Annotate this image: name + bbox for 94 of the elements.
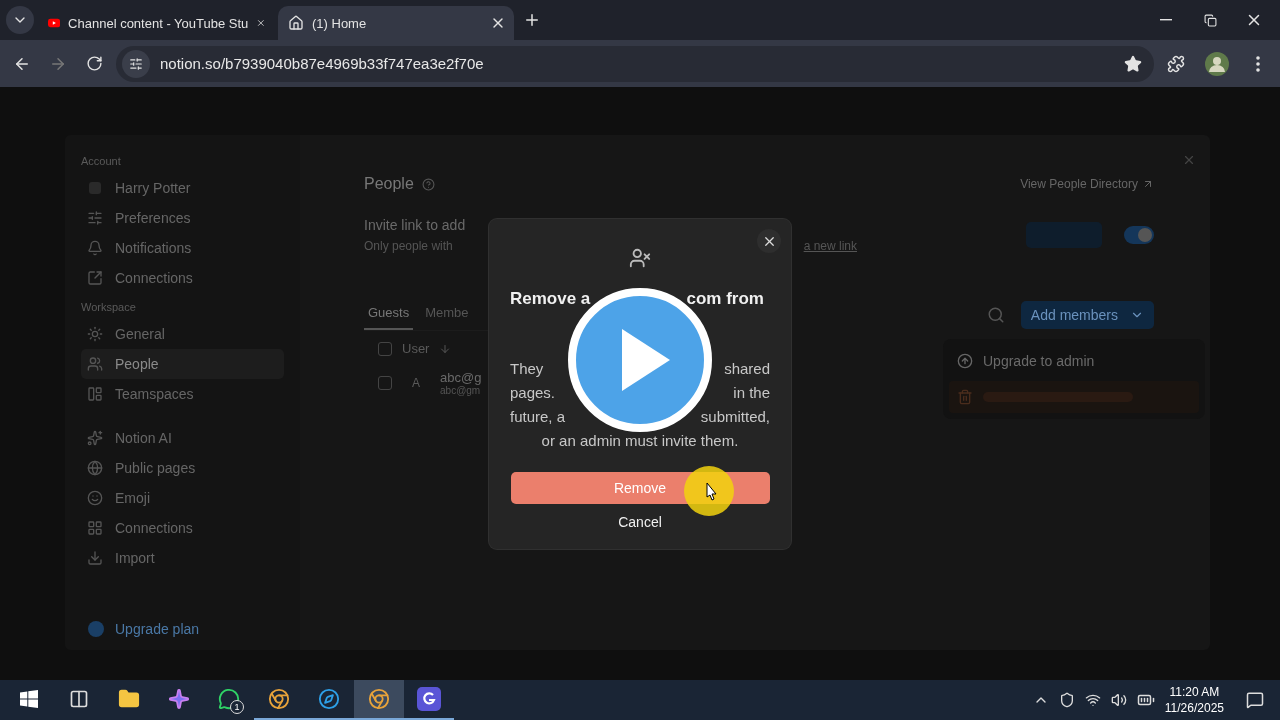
dialog-text: pages. (510, 383, 556, 403)
row-checkbox[interactable] (378, 376, 392, 390)
shield-icon[interactable] (1058, 692, 1075, 708)
sidebar-item[interactable]: General (81, 319, 284, 349)
chat-bubble-icon (218, 688, 240, 710)
dialog-text: future, a (510, 407, 566, 427)
chrome-logo-icon (368, 688, 390, 710)
dialog-text: They (510, 359, 544, 379)
minus-icon (1160, 19, 1172, 21)
more-menu-icon (1256, 55, 1260, 72)
video-logo-icon (48, 16, 61, 30)
sidebar-item[interactable]: Harry Potter (81, 173, 284, 203)
dialog-text: submitted, (700, 407, 770, 427)
browser-tab[interactable]: Channel content - YouTube Stu (38, 6, 274, 40)
gear-icon (87, 326, 103, 342)
select-all-checkbox[interactable] (378, 341, 392, 356)
square-arrow-icon (87, 270, 103, 286)
sliders-icon (129, 56, 143, 71)
section-heading: Workspace (81, 301, 137, 313)
circle-arrow-up-icon (957, 353, 973, 369)
sidebar-item[interactable]: Import (81, 543, 284, 573)
dialog-text: shared (724, 359, 770, 379)
bell-icon (87, 240, 103, 256)
letter-g-app-icon (417, 687, 441, 711)
sidebar-item[interactable]: Notifications (81, 233, 284, 263)
cancel-button[interactable]: Cancel (612, 512, 668, 532)
wifi-icon[interactable] (1084, 692, 1101, 708)
people-icon (87, 356, 103, 372)
avatar-initial: A (412, 376, 420, 390)
url-text: notion.so/b7939040b87e4969b33f747ea3e2f70e (160, 55, 485, 72)
sidebar-item[interactable]: Emoji (81, 483, 284, 513)
dialog-title: Remove a (510, 289, 591, 309)
people-tab[interactable]: Membe (421, 305, 473, 330)
clock[interactable]: 11:20 AM 11/26/2025 (1164, 684, 1224, 716)
invite-toggle[interactable] (1124, 226, 1154, 244)
globe-icon (87, 460, 103, 476)
upgrade-plan-link[interactable]: Upgrade plan (81, 620, 284, 638)
close-button[interactable] (757, 229, 781, 253)
chrome-logo-icon (268, 688, 290, 710)
dialog-text: or an admin must invite them. (541, 431, 739, 451)
dialog-text: in the (733, 383, 770, 403)
panels-icon (87, 386, 103, 402)
cursor-highlight-icon (683, 465, 735, 517)
tab-list-button[interactable] (6, 6, 34, 34)
windows-logo-icon (20, 690, 38, 708)
sort-arrow-icon (439, 342, 452, 355)
circle-icon (87, 620, 105, 638)
sparkles-icon (87, 430, 103, 446)
browser-tab[interactable]: (1) Home (278, 6, 514, 40)
sidebar-item[interactable]: Public pages (81, 453, 284, 483)
profile-avatar-icon[interactable] (1204, 50, 1230, 77)
reload-icon (85, 55, 103, 72)
invite-title: Invite link to add (364, 217, 467, 233)
grid-icon (87, 520, 103, 536)
home-icon (288, 15, 304, 31)
search-icon[interactable] (986, 306, 1005, 324)
notification-badge: 1 (230, 700, 244, 714)
trash-icon (957, 389, 973, 405)
smiley-icon (87, 490, 103, 506)
folder-icon (118, 688, 140, 710)
page-heading: People (364, 175, 414, 193)
directory-link[interactable]: View People Directory (1020, 177, 1138, 191)
compass-icon (318, 688, 340, 710)
address-bar[interactable]: notion.so/b7939040b87e4969b33f747ea3e2f70e (116, 45, 1154, 82)
star-icon[interactable] (1124, 54, 1142, 73)
sidebar-item[interactable]: Teamspaces (81, 379, 284, 409)
site-settings-button[interactable] (122, 49, 150, 78)
sidebar-item[interactable]: Connections (81, 263, 284, 293)
restore-icon (1203, 13, 1217, 27)
download-icon (87, 550, 103, 566)
arrow-up-right-icon (1142, 178, 1154, 190)
plus-icon (523, 11, 541, 29)
puzzle-icon (1167, 54, 1185, 73)
sidebar-item[interactable]: Notion AI (81, 423, 284, 453)
sparkle-app-icon (168, 688, 190, 710)
task-view-icon (69, 689, 89, 709)
user-name: abc@g (440, 370, 483, 385)
invite-hint: Only people with (364, 239, 453, 253)
menu-item[interactable]: Upgrade to admin (949, 345, 1199, 377)
sidebar-item[interactable]: Preferences (81, 203, 284, 233)
section-heading: Account (81, 155, 122, 167)
dialog-title: com from (686, 289, 764, 309)
user-remove-icon (629, 247, 651, 269)
sidebar-item[interactable]: Connections (81, 513, 284, 543)
user-email: abc@gm (440, 385, 482, 396)
taskbar-app[interactable]: 1 (204, 680, 254, 720)
sidebar-item[interactable]: People (81, 349, 284, 379)
speaker-icon[interactable] (1110, 692, 1127, 708)
new-link[interactable]: a new link (803, 239, 857, 253)
notifications-icon[interactable] (1246, 691, 1264, 709)
people-tab[interactable]: Guests (364, 305, 414, 330)
column-header[interactable]: User (402, 341, 430, 356)
add-members-button[interactable]: Add members (1020, 301, 1154, 329)
sliders-icon (87, 210, 103, 226)
